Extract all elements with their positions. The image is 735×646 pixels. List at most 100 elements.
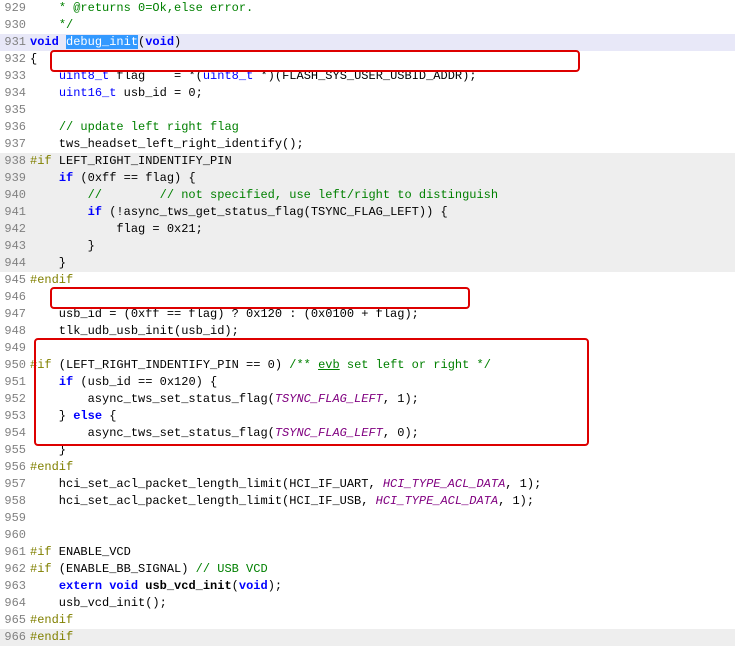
line-content[interactable]: #endif	[30, 459, 735, 476]
code-line[interactable]: 931void debug_init(void)	[0, 34, 735, 51]
code-line[interactable]: 966#endif	[0, 629, 735, 646]
line-content[interactable]: usb_id = (0xff == flag) ? 0x120 : (0x010…	[30, 306, 735, 323]
line-number: 945	[0, 272, 30, 289]
code-line[interactable]: 945#endif	[0, 272, 735, 289]
code-line[interactable]: 957 hci_set_acl_packet_length_limit(HCI_…	[0, 476, 735, 493]
line-content[interactable]	[30, 527, 735, 544]
line-number: 954	[0, 425, 30, 442]
code-line[interactable]: 938#if LEFT_RIGHT_INDENTIFY_PIN	[0, 153, 735, 170]
line-content[interactable]: if (!async_tws_get_status_flag(TSYNC_FLA…	[30, 204, 735, 221]
line-content[interactable]: uint16_t usb_id = 0;	[30, 85, 735, 102]
line-content[interactable]: async_tws_set_status_flag(TSYNC_FLAG_LEF…	[30, 391, 735, 408]
line-content[interactable]: } else {	[30, 408, 735, 425]
code-line[interactable]: 960	[0, 527, 735, 544]
code-line[interactable]: 949	[0, 340, 735, 357]
code-line[interactable]: 942 flag = 0x21;	[0, 221, 735, 238]
line-content[interactable]: // // not specified, use left/right to d…	[30, 187, 735, 204]
code-line[interactable]: 948 tlk_udb_usb_init(usb_id);	[0, 323, 735, 340]
code-line[interactable]: 935	[0, 102, 735, 119]
code-line[interactable]: 930 */	[0, 17, 735, 34]
line-content[interactable]: #endif	[30, 629, 735, 646]
line-content[interactable]: hci_set_acl_packet_length_limit(HCI_IF_U…	[30, 493, 735, 510]
line-number: 964	[0, 595, 30, 612]
line-number: 957	[0, 476, 30, 493]
line-content[interactable]: */	[30, 17, 735, 34]
code-line[interactable]: 964 usb_vcd_init();	[0, 595, 735, 612]
line-content[interactable]: usb_vcd_init();	[30, 595, 735, 612]
line-content[interactable]: }	[30, 442, 735, 459]
line-number: 936	[0, 119, 30, 136]
line-number: 965	[0, 612, 30, 629]
code-line[interactable]: 939 if (0xff == flag) {	[0, 170, 735, 187]
line-content[interactable]: tlk_udb_usb_init(usb_id);	[30, 323, 735, 340]
line-content[interactable]	[30, 102, 735, 119]
line-number: 956	[0, 459, 30, 476]
line-content[interactable]: if (usb_id == 0x120) {	[30, 374, 735, 391]
line-content[interactable]	[30, 289, 735, 306]
code-line[interactable]: 965#endif	[0, 612, 735, 629]
line-number: 935	[0, 102, 30, 119]
line-number: 952	[0, 391, 30, 408]
line-content[interactable]: * @returns 0=Ok,else error.	[30, 0, 735, 17]
code-line[interactable]: 941 if (!async_tws_get_status_flag(TSYNC…	[0, 204, 735, 221]
code-line[interactable]: 951 if (usb_id == 0x120) {	[0, 374, 735, 391]
line-content[interactable]: #if ENABLE_VCD	[30, 544, 735, 561]
code-line[interactable]: 937 tws_headset_left_right_identify();	[0, 136, 735, 153]
line-number: 943	[0, 238, 30, 255]
line-content[interactable]: #endif	[30, 612, 735, 629]
line-content[interactable]: {	[30, 51, 735, 68]
line-content[interactable]	[30, 340, 735, 357]
line-content[interactable]: async_tws_set_status_flag(TSYNC_FLAG_LEF…	[30, 425, 735, 442]
line-number: 962	[0, 561, 30, 578]
line-number: 950	[0, 357, 30, 374]
line-content[interactable]: }	[30, 255, 735, 272]
line-number: 951	[0, 374, 30, 391]
code-line[interactable]: 946	[0, 289, 735, 306]
code-line[interactable]: 962#if (ENABLE_BB_SIGNAL) // USB VCD	[0, 561, 735, 578]
line-number: 959	[0, 510, 30, 527]
code-line[interactable]: 943 }	[0, 238, 735, 255]
code-line[interactable]: 961#if ENABLE_VCD	[0, 544, 735, 561]
line-number: 946	[0, 289, 30, 306]
line-number: 931	[0, 34, 30, 51]
code-line[interactable]: 963 extern void usb_vcd_init(void);	[0, 578, 735, 595]
line-content[interactable]: #endif	[30, 272, 735, 289]
line-content[interactable]: extern void usb_vcd_init(void);	[30, 578, 735, 595]
code-line[interactable]: 936 // update left right flag	[0, 119, 735, 136]
line-number: 963	[0, 578, 30, 595]
code-line[interactable]: 934 uint16_t usb_id = 0;	[0, 85, 735, 102]
line-content[interactable]: uint8_t flag = *(uint8_t *)(FLASH_SYS_US…	[30, 68, 735, 85]
code-line[interactable]: 950#if (LEFT_RIGHT_INDENTIFY_PIN == 0) /…	[0, 357, 735, 374]
code-line[interactable]: 952 async_tws_set_status_flag(TSYNC_FLAG…	[0, 391, 735, 408]
line-content[interactable]: // update left right flag	[30, 119, 735, 136]
code-editor[interactable]: 929 * @returns 0=Ok,else error.930 */931…	[0, 0, 735, 646]
line-content[interactable]: if (0xff == flag) {	[30, 170, 735, 187]
code-line[interactable]: 932{	[0, 51, 735, 68]
line-number: 937	[0, 136, 30, 153]
code-line[interactable]: 953 } else {	[0, 408, 735, 425]
code-line[interactable]: 933 uint8_t flag = *(uint8_t *)(FLASH_SY…	[0, 68, 735, 85]
code-line[interactable]: 944 }	[0, 255, 735, 272]
code-body[interactable]: 929 * @returns 0=Ok,else error.930 */931…	[0, 0, 735, 646]
line-content[interactable]: #if (LEFT_RIGHT_INDENTIFY_PIN == 0) /** …	[30, 357, 735, 374]
code-line[interactable]: 955 }	[0, 442, 735, 459]
line-content[interactable]: tws_headset_left_right_identify();	[30, 136, 735, 153]
code-line[interactable]: 954 async_tws_set_status_flag(TSYNC_FLAG…	[0, 425, 735, 442]
code-line[interactable]: 929 * @returns 0=Ok,else error.	[0, 0, 735, 17]
line-content[interactable]: flag = 0x21;	[30, 221, 735, 238]
code-line[interactable]: 956#endif	[0, 459, 735, 476]
code-line[interactable]: 959	[0, 510, 735, 527]
line-content[interactable]: void debug_init(void)	[30, 34, 735, 51]
line-content[interactable]: hci_set_acl_packet_length_limit(HCI_IF_U…	[30, 476, 735, 493]
code-line[interactable]: 958 hci_set_acl_packet_length_limit(HCI_…	[0, 493, 735, 510]
code-line[interactable]: 940 // // not specified, use left/right …	[0, 187, 735, 204]
code-line[interactable]: 947 usb_id = (0xff == flag) ? 0x120 : (0…	[0, 306, 735, 323]
line-number: 953	[0, 408, 30, 425]
line-number: 944	[0, 255, 30, 272]
line-content[interactable]: #if (ENABLE_BB_SIGNAL) // USB VCD	[30, 561, 735, 578]
line-content[interactable]: #if LEFT_RIGHT_INDENTIFY_PIN	[30, 153, 735, 170]
line-number: 942	[0, 221, 30, 238]
line-content[interactable]: }	[30, 238, 735, 255]
line-content[interactable]	[30, 510, 735, 527]
line-number: 930	[0, 17, 30, 34]
